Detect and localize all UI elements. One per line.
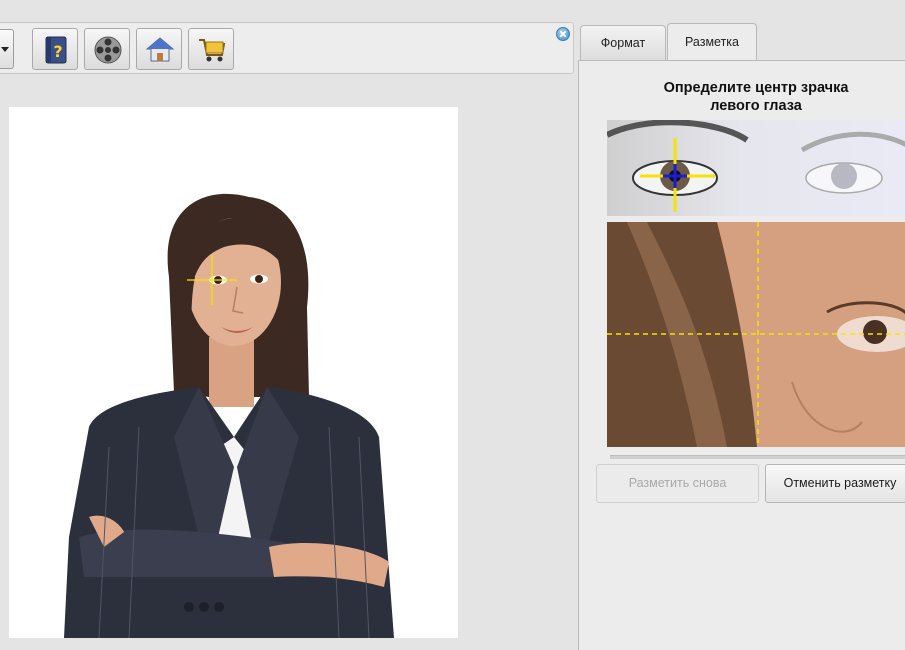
panel-separator: [610, 455, 905, 459]
video-reel-button[interactable]: [84, 28, 130, 70]
instruction-text: Определите центр зрачка левого глаза: [663, 80, 849, 114]
example-eye-image: [607, 120, 905, 216]
zoomed-face-view[interactable]: [607, 222, 905, 447]
help-book-icon: ?: [45, 36, 67, 64]
tab-markup[interactable]: Разметка: [667, 23, 757, 61]
redo-markup-button[interactable]: Разметить снова: [596, 464, 759, 503]
cancel-markup-button[interactable]: Отменить разметку: [765, 464, 905, 503]
svg-text:?: ?: [53, 42, 62, 61]
portrait-photo: [64, 193, 394, 638]
close-icon[interactable]: [556, 27, 570, 41]
cart-button[interactable]: [188, 28, 234, 70]
home-button[interactable]: [136, 28, 182, 70]
zoomed-face-illustration: [607, 222, 905, 447]
tab-format[interactable]: Формат: [580, 25, 666, 61]
shopping-cart-icon: [199, 39, 226, 62]
film-reel-icon: [94, 36, 122, 64]
toolbar-dropdown-button[interactable]: [0, 29, 14, 69]
photo-canvas[interactable]: [9, 107, 458, 638]
eye-example-illustration: [607, 120, 905, 216]
house-icon: [145, 37, 175, 62]
toolbar: ?: [0, 22, 574, 74]
help-book-button[interactable]: ?: [32, 28, 78, 70]
